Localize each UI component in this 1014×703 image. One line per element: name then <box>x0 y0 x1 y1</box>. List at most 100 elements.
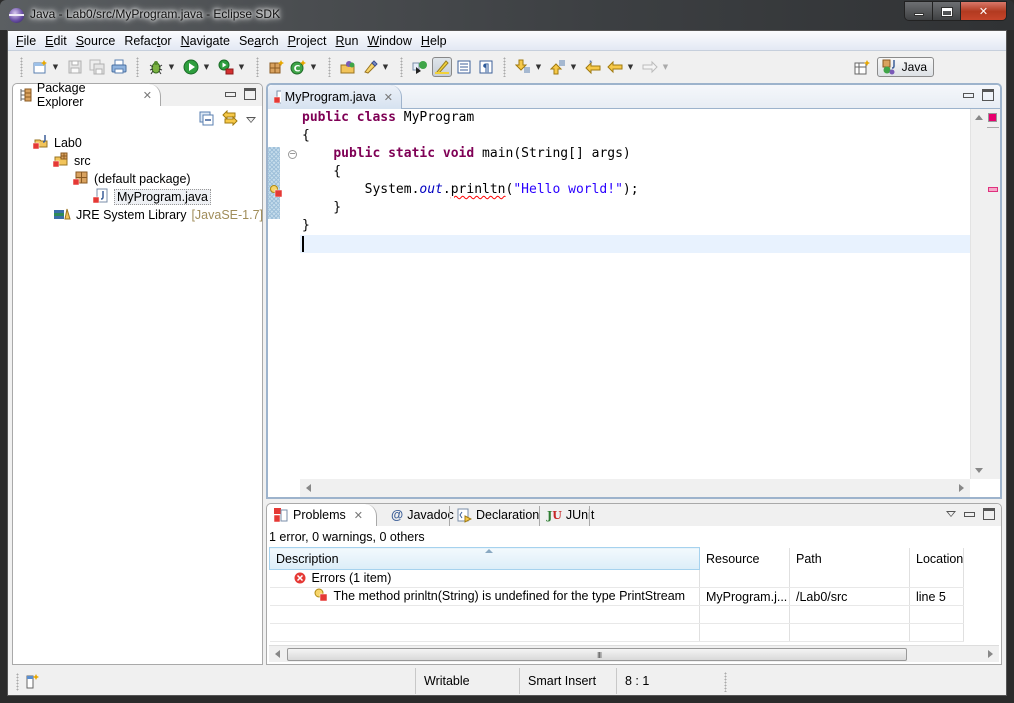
code-line[interactable]: public class MyProgram <box>300 109 970 127</box>
open-task-dropdown[interactable]: ▼ <box>381 57 390 77</box>
menu-help[interactable]: Help <box>417 31 452 51</box>
maximize-view-icon[interactable] <box>983 508 995 520</box>
fast-view-button[interactable] <box>26 673 40 692</box>
column-path[interactable]: Path <box>789 547 910 570</box>
tree-item-jre-system-library[interactable]: JRE System Library [JavaSE-1.7] <box>13 206 263 224</box>
new-java-class-button[interactable]: C <box>288 57 308 77</box>
menu-window[interactable]: Window <box>363 31 416 51</box>
close-button[interactable]: ✕ <box>961 2 1006 20</box>
back-dropdown[interactable]: ▼ <box>626 57 635 77</box>
overview-error-marker[interactable] <box>988 187 998 192</box>
menu-navigate[interactable]: Navigate <box>177 31 235 51</box>
tab-myprogram-java[interactable]: MyProgram.java ✕ <box>268 85 402 109</box>
menu-refactor[interactable]: Refactor <box>120 31 176 51</box>
scroll-up-icon[interactable] <box>975 115 983 120</box>
code-line[interactable]: } <box>300 199 970 217</box>
scroll-right-icon[interactable] <box>988 650 993 658</box>
open-task-button[interactable] <box>360 57 380 77</box>
editor-gutter[interactable]: − <box>268 109 300 479</box>
new-button[interactable] <box>30 57 50 77</box>
tab-problems[interactable]: Problems ✕ <box>267 504 377 526</box>
mark-occurrences-button[interactable] <box>432 57 452 77</box>
tree-item-src[interactable]: src <box>13 152 262 170</box>
toolbar-grip[interactable] <box>20 57 23 77</box>
external-tools-button[interactable] <box>216 57 236 77</box>
menu-run[interactable]: Run <box>331 31 363 51</box>
menu-source[interactable]: Source <box>72 31 121 51</box>
link-with-editor-button[interactable] <box>222 109 238 129</box>
run-dropdown[interactable]: ▼ <box>202 57 211 77</box>
column-resource[interactable]: Resource <box>699 547 790 570</box>
close-tab-icon[interactable]: ✕ <box>354 509 363 522</box>
previous-annotation-button[interactable] <box>548 57 568 77</box>
window-titlebar[interactable]: Java - Lab0/src/MyProgram.java - Eclipse… <box>0 0 1014 30</box>
problem-row[interactable]: The method prinltn(String) is undefined … <box>269 587 965 606</box>
tab-package-explorer[interactable]: Package Explorer ✕ <box>13 81 161 109</box>
error-quickfix-marker-icon[interactable] <box>270 185 283 200</box>
open-type-button[interactable] <box>338 57 358 77</box>
problems-horizontal-scrollbar[interactable]: III <box>269 645 999 662</box>
fold-collapse-icon[interactable]: − <box>288 150 297 159</box>
close-tab-icon[interactable]: ✕ <box>143 89 152 102</box>
save-button[interactable] <box>65 57 85 77</box>
minimize-view-icon[interactable] <box>225 91 236 97</box>
toggle-breadcrumb-button[interactable] <box>410 57 430 77</box>
save-all-button[interactable] <box>87 57 107 77</box>
tab-junit[interactable]: JU JUnit <box>541 504 602 526</box>
next-annotation-button[interactable] <box>513 57 533 77</box>
java-perspective-button[interactable]: Java <box>876 57 934 77</box>
new-dropdown[interactable]: ▼ <box>51 57 60 77</box>
code-line[interactable]: { <box>300 127 970 145</box>
close-tab-icon[interactable]: ✕ <box>384 91 393 104</box>
maximize-button[interactable] <box>933 2 961 20</box>
toolbar-grip[interactable] <box>256 57 259 77</box>
scroll-left-icon[interactable] <box>275 650 280 658</box>
forward-button[interactable] <box>640 57 660 77</box>
scroll-down-icon[interactable] <box>975 468 983 473</box>
minimize-button[interactable] <box>905 2 933 20</box>
tree-item-lab0[interactable]: Lab0 <box>13 134 262 152</box>
scrollbar-thumb[interactable]: III <box>287 648 907 661</box>
previous-annotation-dropdown[interactable]: ▼ <box>569 57 578 77</box>
toolbar-grip[interactable] <box>503 57 506 77</box>
block-selection-button[interactable] <box>454 57 474 77</box>
scroll-left-icon[interactable] <box>306 484 311 492</box>
editor-vertical-scrollbar[interactable] <box>970 109 986 479</box>
debug-button[interactable] <box>146 57 166 77</box>
tree-item-default-package[interactable]: (default package) <box>13 170 262 188</box>
new-java-class-dropdown[interactable]: ▼ <box>309 57 318 77</box>
code-editor[interactable]: public class MyProgram{ public static vo… <box>300 109 970 479</box>
tab-declaration[interactable]: Declaration <box>451 504 547 526</box>
code-line[interactable]: System.out.prinltn("Hello world!"); <box>300 181 970 199</box>
tree-item-myprogram-java[interactable]: MyProgram.java <box>13 188 262 206</box>
toolbar-grip[interactable] <box>136 57 139 77</box>
print-button[interactable] <box>109 57 129 77</box>
view-menu-icon[interactable] <box>246 116 256 123</box>
column-location[interactable]: Location <box>909 547 965 570</box>
open-perspective-button[interactable] <box>852 57 872 77</box>
code-line[interactable] <box>300 235 970 253</box>
debug-dropdown[interactable]: ▼ <box>167 57 176 77</box>
menu-project[interactable]: Project <box>284 31 332 51</box>
maximize-view-icon[interactable] <box>244 88 256 100</box>
run-button[interactable] <box>181 57 201 77</box>
editor-horizontal-scrollbar[interactable] <box>300 479 970 497</box>
next-annotation-dropdown[interactable]: ▼ <box>534 57 543 77</box>
show-whitespace-button[interactable]: ¶ <box>476 57 496 77</box>
minimize-view-icon[interactable] <box>963 92 974 98</box>
code-line[interactable]: { <box>300 163 970 181</box>
toolbar-grip[interactable] <box>328 57 331 77</box>
menu-edit[interactable]: Edit <box>41 31 72 51</box>
view-menu-icon[interactable] <box>946 511 956 517</box>
menu-search[interactable]: Search <box>235 31 284 51</box>
maximize-view-icon[interactable] <box>982 89 994 101</box>
column-description[interactable]: Description <box>269 547 700 570</box>
external-tools-dropdown[interactable]: ▼ <box>237 57 246 77</box>
toolbar-grip[interactable] <box>400 57 403 77</box>
menu-file[interactable]: File <box>12 31 41 51</box>
code-line[interactable]: public static void main(String[] args) <box>300 145 970 163</box>
code-line[interactable]: } <box>300 217 970 235</box>
forward-dropdown[interactable]: ▼ <box>661 57 670 77</box>
scroll-right-icon[interactable] <box>959 484 964 492</box>
new-java-package-button[interactable] <box>266 57 286 77</box>
